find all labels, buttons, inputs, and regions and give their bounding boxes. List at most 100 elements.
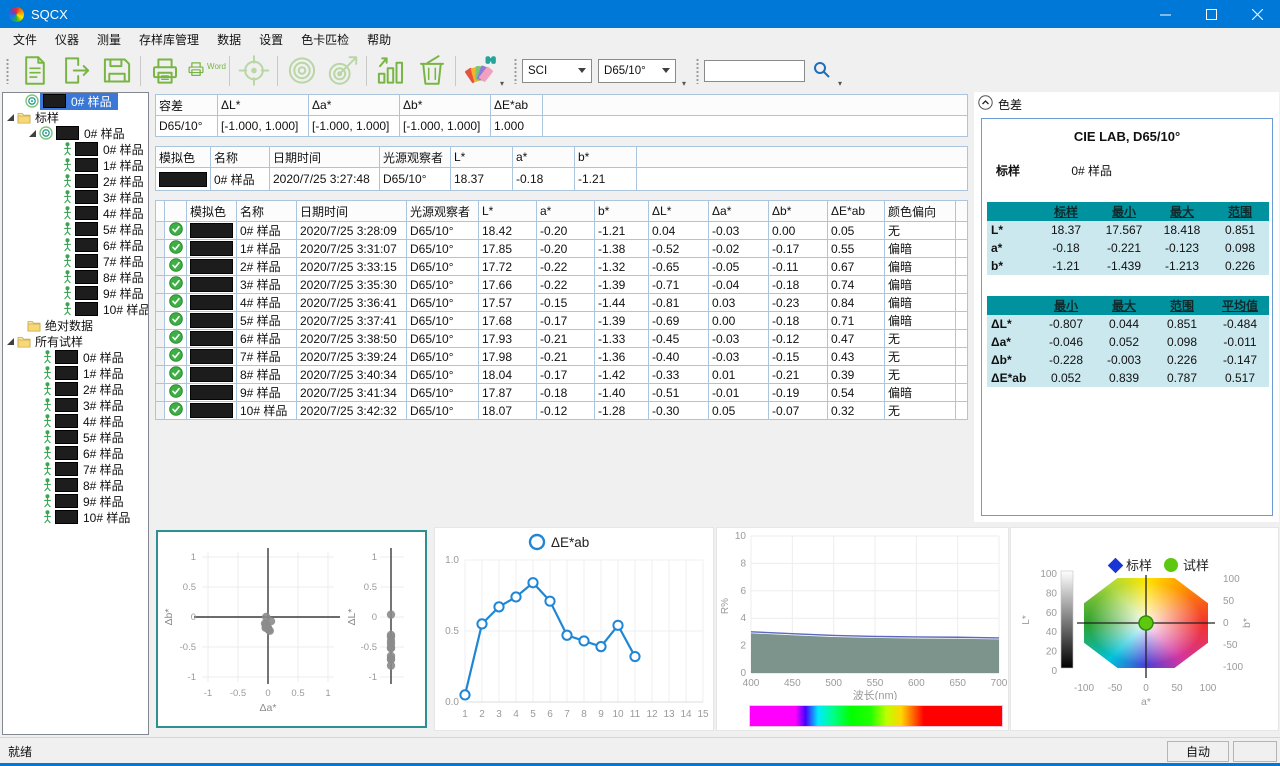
- chart-reflectance[interactable]: 4004505005506006507000246810波长(nm)R%: [716, 527, 1009, 731]
- chart-lab-gamut[interactable]: 100806040200L*-100-50050100a*100500-50-1…: [1010, 527, 1279, 731]
- column-header[interactable]: 光源观察者: [407, 201, 479, 222]
- measure-sample-button[interactable]: [322, 52, 363, 90]
- print-button[interactable]: [144, 52, 185, 90]
- column-header[interactable]: ΔE*ab: [491, 95, 543, 116]
- menu-item-7[interactable]: 色卡匹检: [292, 28, 358, 51]
- auto-mode-button[interactable]: 自动: [1167, 741, 1229, 762]
- column-header[interactable]: [543, 95, 968, 116]
- result-row-6[interactable]: 6# 样品2020/7/25 3:38:50D65/10°17.93-0.21-…: [156, 330, 968, 348]
- result-row-2[interactable]: 2# 样品2020/7/25 3:33:15D65/10°17.72-0.22-…: [156, 258, 968, 276]
- menu-item-2[interactable]: 仪器: [46, 28, 88, 51]
- save-button[interactable]: [96, 52, 137, 90]
- column-header[interactable]: [956, 201, 968, 222]
- column-header[interactable]: [156, 201, 165, 222]
- column-header[interactable]: L*: [479, 201, 537, 222]
- tree-item-sample-7[interactable]: 7# 样品: [3, 461, 148, 477]
- minimize-button[interactable]: [1142, 0, 1188, 28]
- column-header[interactable]: 颜色偏向: [885, 201, 956, 222]
- column-header[interactable]: Δa*: [709, 201, 769, 222]
- tree-item-sample-3[interactable]: 3# 样品: [3, 397, 148, 413]
- new-document-button[interactable]: [14, 52, 55, 90]
- menu-item-8[interactable]: 帮助: [358, 28, 400, 51]
- column-header[interactable]: ΔL*: [218, 95, 309, 116]
- delete-button[interactable]: [411, 52, 452, 90]
- column-header[interactable]: ΔE*ab: [828, 201, 885, 222]
- measure-standard-button[interactable]: [281, 52, 322, 90]
- tree-item-current-sample[interactable]: 0# 样品: [3, 93, 148, 109]
- expander-icon[interactable]: [7, 338, 14, 345]
- tree-item-standard-sample-6[interactable]: 6# 样品: [3, 237, 148, 253]
- chart-delta-ab-scatter[interactable]: -1-1-0.5-0.5000.50.511Δa*Δb*-1-0.500.51Δ…: [156, 530, 427, 728]
- search-input[interactable]: [704, 60, 805, 82]
- column-header[interactable]: 模拟色: [156, 147, 211, 168]
- tree-item-sample-8[interactable]: 8# 样品: [3, 477, 148, 493]
- tree-item-sample-0[interactable]: 0# 样品: [3, 349, 148, 365]
- collapse-panel-button[interactable]: [978, 95, 993, 113]
- result-row-1[interactable]: 1# 样品2020/7/25 3:31:07D65/10°17.85-0.20-…: [156, 240, 968, 258]
- menu-item-5[interactable]: 数据: [208, 28, 250, 51]
- column-header[interactable]: 日期时间: [270, 147, 380, 168]
- tree-item-standard-sample-9[interactable]: 9# 样品: [3, 285, 148, 301]
- column-header[interactable]: [637, 147, 968, 168]
- column-header[interactable]: a*: [513, 147, 575, 168]
- column-header[interactable]: 光源观察者: [380, 147, 451, 168]
- tree-item-absolute-data[interactable]: 绝对数据: [3, 317, 148, 333]
- calibrate-button[interactable]: [233, 52, 274, 90]
- tree-item-standard-sample-0[interactable]: 0# 样品: [3, 141, 148, 157]
- column-header[interactable]: Δb*: [769, 201, 828, 222]
- column-header[interactable]: a*: [537, 201, 595, 222]
- menu-item-4[interactable]: 存样库管理: [130, 28, 208, 51]
- tree-item-standard-sample-5[interactable]: 5# 样品: [3, 221, 148, 237]
- result-row-0[interactable]: 0# 样品2020/7/25 3:28:09D65/10°18.42-0.20-…: [156, 222, 968, 240]
- tree-item-all-samples[interactable]: 所有试样: [3, 333, 148, 349]
- toolbar-grip[interactable]: [514, 58, 517, 84]
- close-button[interactable]: [1234, 0, 1280, 28]
- column-header[interactable]: ΔL*: [649, 201, 709, 222]
- color-match-button[interactable]: [459, 52, 500, 90]
- column-header[interactable]: Δb*: [400, 95, 491, 116]
- column-header[interactable]: [165, 201, 187, 222]
- tree-item-standard-sample-3[interactable]: 3# 样品: [3, 189, 148, 205]
- tree-item-standard-sample-1[interactable]: 1# 样品: [3, 157, 148, 173]
- expander-icon[interactable]: [7, 114, 14, 121]
- column-header[interactable]: b*: [595, 201, 649, 222]
- tree-item-sample-5[interactable]: 5# 样品: [3, 429, 148, 445]
- menu-item-1[interactable]: 文件: [4, 28, 46, 51]
- tree-item-sample-2[interactable]: 2# 样品: [3, 381, 148, 397]
- column-header[interactable]: 名称: [237, 201, 297, 222]
- tree-item-sample-9[interactable]: 9# 样品: [3, 493, 148, 509]
- result-row-7[interactable]: 7# 样品2020/7/25 3:39:24D65/10°17.98-0.21-…: [156, 348, 968, 366]
- column-header[interactable]: 模拟色: [187, 201, 237, 222]
- toolbar-overflow-button[interactable]: ▾: [682, 80, 686, 88]
- result-row-4[interactable]: 4# 样品2020/7/25 3:36:41D65/10°17.57-0.15-…: [156, 294, 968, 312]
- tree-item-standard-sample-8[interactable]: 8# 样品: [3, 269, 148, 285]
- toolbar-grip[interactable]: [6, 58, 9, 84]
- tolerance-row[interactable]: D65/10°[-1.000, 1.000][-1.000, 1.000][-1…: [156, 116, 968, 137]
- tree-item-sample-4[interactable]: 4# 样品: [3, 413, 148, 429]
- column-header[interactable]: 容差: [156, 95, 218, 116]
- tree-item-standard-sample-10[interactable]: 10# 样品: [3, 301, 148, 317]
- result-row-9[interactable]: 9# 样品2020/7/25 3:41:34D65/10°17.87-0.18-…: [156, 384, 968, 402]
- tree-item-standard-sample-7[interactable]: 7# 样品: [3, 253, 148, 269]
- toolbar-overflow-button[interactable]: ▾: [500, 80, 504, 88]
- search-icon[interactable]: [813, 61, 830, 81]
- result-row-5[interactable]: 5# 样品2020/7/25 3:37:41D65/10°17.68-0.17-…: [156, 312, 968, 330]
- result-row-3[interactable]: 3# 样品2020/7/25 3:35:30D65/10°17.66-0.22-…: [156, 276, 968, 294]
- tree-item-standard[interactable]: 0# 样品: [3, 125, 148, 141]
- chart-button[interactable]: [370, 52, 411, 90]
- column-header[interactable]: 名称: [211, 147, 270, 168]
- tree-item-sample-10[interactable]: 10# 样品: [3, 509, 148, 525]
- tree-item-standard-sample-4[interactable]: 4# 样品: [3, 205, 148, 221]
- toolbar-overflow-button[interactable]: ▾: [838, 80, 842, 88]
- menu-item-3[interactable]: 测量: [88, 28, 130, 51]
- expander-icon[interactable]: [29, 130, 36, 137]
- tree-item-sample-6[interactable]: 6# 样品: [3, 445, 148, 461]
- column-header[interactable]: b*: [575, 147, 637, 168]
- chart-delta-e-trend[interactable]: 1234567891011121314150.00.51.0ΔE*ab: [434, 527, 714, 731]
- standard-row[interactable]: 0# 样品2020/7/25 3:27:48D65/10°18.37-0.18-…: [156, 168, 968, 191]
- column-header[interactable]: Δa*: [309, 95, 400, 116]
- sci-mode-combo[interactable]: SCI: [522, 59, 592, 83]
- tree-item-standard-group[interactable]: 标样: [3, 109, 148, 125]
- result-row-8[interactable]: 8# 样品2020/7/25 3:40:34D65/10°18.04-0.17-…: [156, 366, 968, 384]
- tree-item-standard-sample-2[interactable]: 2# 样品: [3, 173, 148, 189]
